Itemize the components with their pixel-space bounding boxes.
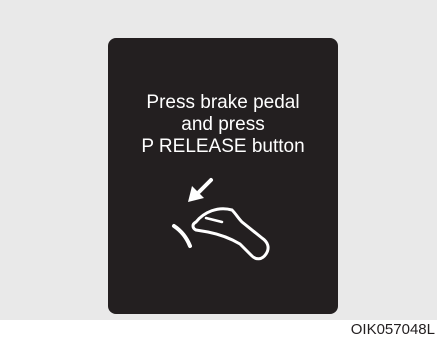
cluster-display: Press brake pedal and press P RELEASE bu… xyxy=(108,38,338,314)
brake-pedal-press-icon xyxy=(172,178,270,261)
shoe-icon xyxy=(191,207,270,261)
warning-message: Press brake pedal and press P RELEASE bu… xyxy=(108,92,338,158)
press-arrow-icon xyxy=(188,178,213,202)
message-line-2: and press xyxy=(181,114,265,135)
message-line-3: P RELEASE button xyxy=(141,136,305,157)
figure-frame: Press brake pedal and press P RELEASE bu… xyxy=(0,0,437,320)
figure-code: OIK057048L xyxy=(350,321,435,338)
pedal-arc-icon xyxy=(172,224,192,248)
message-line-1: Press brake pedal xyxy=(146,92,300,113)
